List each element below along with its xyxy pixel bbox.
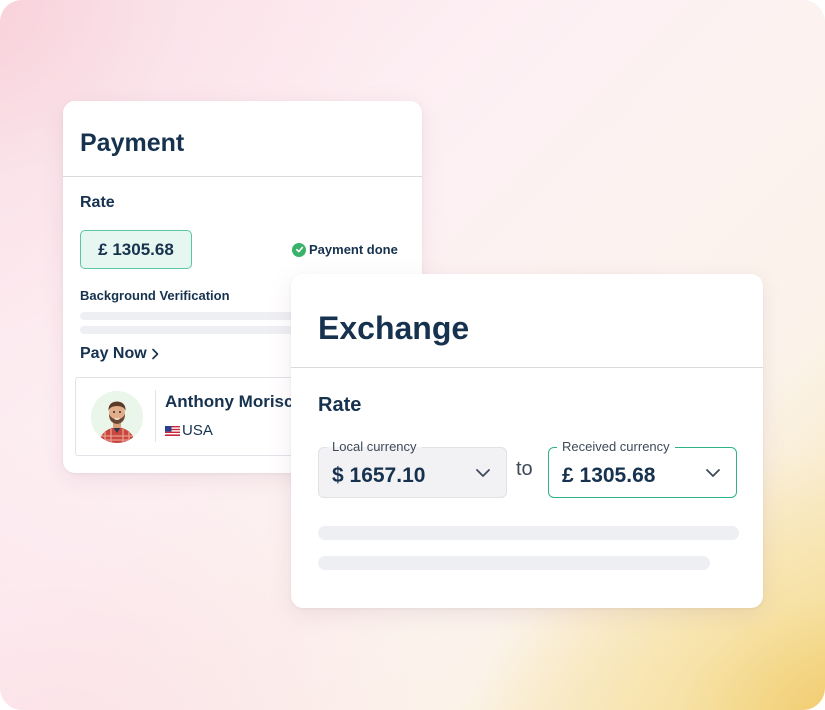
chevron-down-icon — [706, 469, 720, 477]
skeleton-line — [318, 526, 739, 540]
chevron-down-icon — [476, 469, 490, 477]
user-divider — [155, 390, 156, 442]
user-country-label: USA — [182, 422, 213, 439]
exchange-divider — [291, 367, 763, 368]
skeleton-line — [80, 312, 320, 320]
user-name: Anthony Morisc — [165, 392, 294, 411]
background-verification-label: Background Verification — [80, 288, 230, 303]
us-flag-icon — [165, 425, 180, 436]
avatar — [91, 391, 143, 443]
to-connector: to — [516, 458, 533, 480]
chevron-right-icon — [151, 348, 158, 360]
exchange-card: Exchange Rate Local currency $ 1657.10 t… — [291, 274, 763, 608]
exchange-title: Exchange — [318, 310, 470, 346]
payment-rate-label: Rate — [80, 194, 115, 211]
check-circle-icon — [292, 242, 306, 257]
payment-status: Payment done — [292, 242, 398, 257]
payment-status-label: Payment done — [309, 242, 398, 257]
pay-now-label: Pay Now — [80, 345, 147, 362]
exchange-rate-label: Rate — [318, 394, 362, 416]
payment-divider — [63, 176, 422, 177]
local-currency-select[interactable]: Local currency $ 1657.10 — [318, 440, 507, 498]
payment-rate-value: £ 1305.68 — [80, 230, 192, 269]
pay-now-link[interactable]: Pay Now — [80, 345, 159, 363]
received-currency-select[interactable]: Received currency £ 1305.68 — [548, 440, 737, 498]
received-currency-value: £ 1305.68 — [562, 464, 656, 487]
skeleton-line — [318, 556, 710, 570]
local-currency-value: $ 1657.10 — [332, 464, 426, 487]
local-currency-label: Local currency — [327, 440, 422, 454]
user-country: USA — [165, 422, 213, 439]
skeleton-line — [80, 326, 295, 334]
received-currency-label: Received currency — [557, 440, 675, 454]
payment-title: Payment — [80, 129, 185, 157]
